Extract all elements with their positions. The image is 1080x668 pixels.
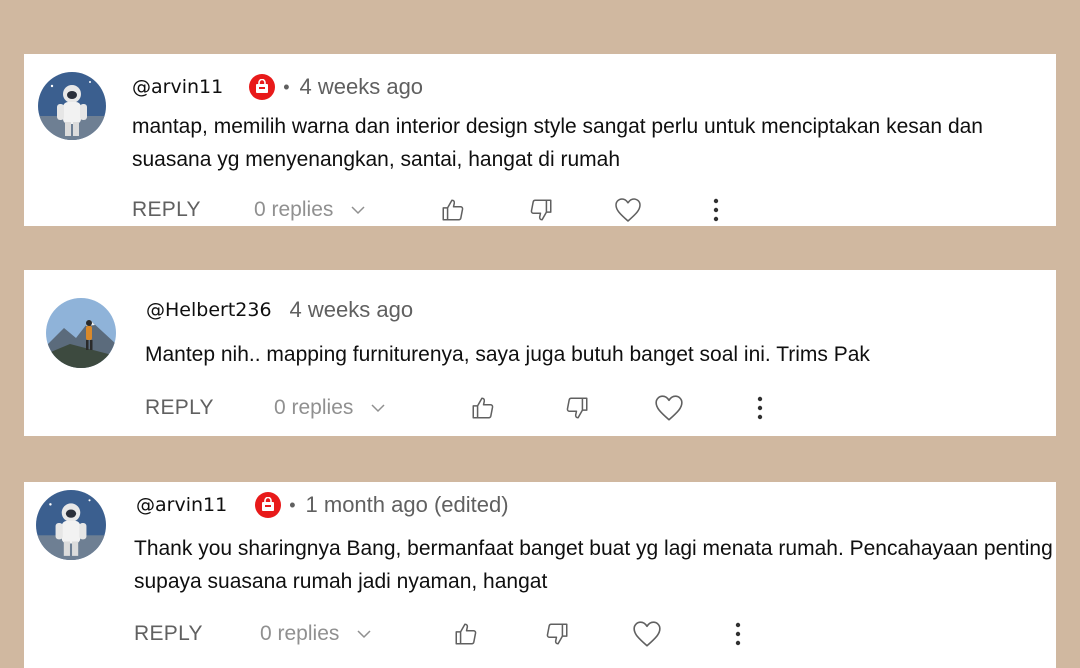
comment-text: mantap, memilih warna dan interior desig… [132,115,983,171]
chevron-down-icon [357,630,371,639]
heart-icon[interactable] [654,392,684,424]
replies-toggle[interactable]: 0 replies [260,618,373,650]
thumbs-up-icon[interactable] [440,194,466,226]
comment-actions: REPLY 0 replies [134,618,754,650]
comment-timestamp[interactable]: 4 weeks ago [300,74,424,100]
comment-meta: @arvin11 • 1 month ago (edited) [136,490,509,520]
store-badge-icon[interactable] [255,492,282,518]
comment-actions: REPLY 0 replies [132,194,732,226]
comment-timestamp[interactable]: 4 weeks ago [290,297,414,323]
comment-meta: @arvin11 • 4 weeks ago [132,72,423,102]
replies-toggle[interactable]: 0 replies [274,392,387,424]
reply-button[interactable]: REPLY [145,392,214,424]
comment-text: Thank you sharingnya Bang, bermanfaat ba… [134,537,1053,593]
mountain-hiker-avatar[interactable] [46,298,116,368]
replies-count: 0 replies [274,396,354,419]
chevron-down-icon [351,206,365,215]
reply-button[interactable]: REPLY [132,194,201,226]
comment-meta: @Helbert236 4 weeks ago [146,295,413,325]
heart-icon[interactable] [614,194,642,226]
comment-card: @arvin11 • 1 month ago (edited) Thank yo… [24,482,1056,668]
meta-separator: • [289,494,296,515]
thumbs-up-icon[interactable] [470,392,496,424]
astronaut-avatar[interactable] [38,72,106,140]
comment-author[interactable]: @arvin11 [136,494,227,516]
comment-card: @Helbert236 4 weeks ago Mantep nih.. map… [24,270,1056,436]
reply-button[interactable]: REPLY [134,618,203,650]
store-badge-icon[interactable] [249,74,276,100]
replies-count: 0 replies [254,198,334,221]
comment-author[interactable]: @arvin11 [132,76,223,98]
comment-author[interactable]: @Helbert236 [146,299,272,321]
thumbs-down-icon[interactable] [528,194,554,226]
comment-text: Mantep nih.. mapping furniturenya, saya … [145,343,870,366]
astronaut-avatar[interactable] [36,490,106,560]
replies-toggle[interactable]: 0 replies [254,194,367,226]
meta-separator: • [283,76,290,97]
comment-actions: REPLY 0 replies [145,392,765,424]
thumbs-up-icon[interactable] [453,618,479,650]
replies-count: 0 replies [260,622,340,645]
chevron-down-icon [371,404,385,413]
more-vert-icon[interactable] [756,392,764,424]
comment-card: @arvin11 • 4 weeks ago mantap, memilih w… [24,54,1056,226]
comment-timestamp[interactable]: 1 month ago (edited) [306,492,509,518]
more-vert-icon[interactable] [712,194,720,226]
heart-icon[interactable] [632,618,662,650]
more-vert-icon[interactable] [734,618,742,650]
thumbs-down-icon[interactable] [564,392,590,424]
thumbs-down-icon[interactable] [544,618,570,650]
